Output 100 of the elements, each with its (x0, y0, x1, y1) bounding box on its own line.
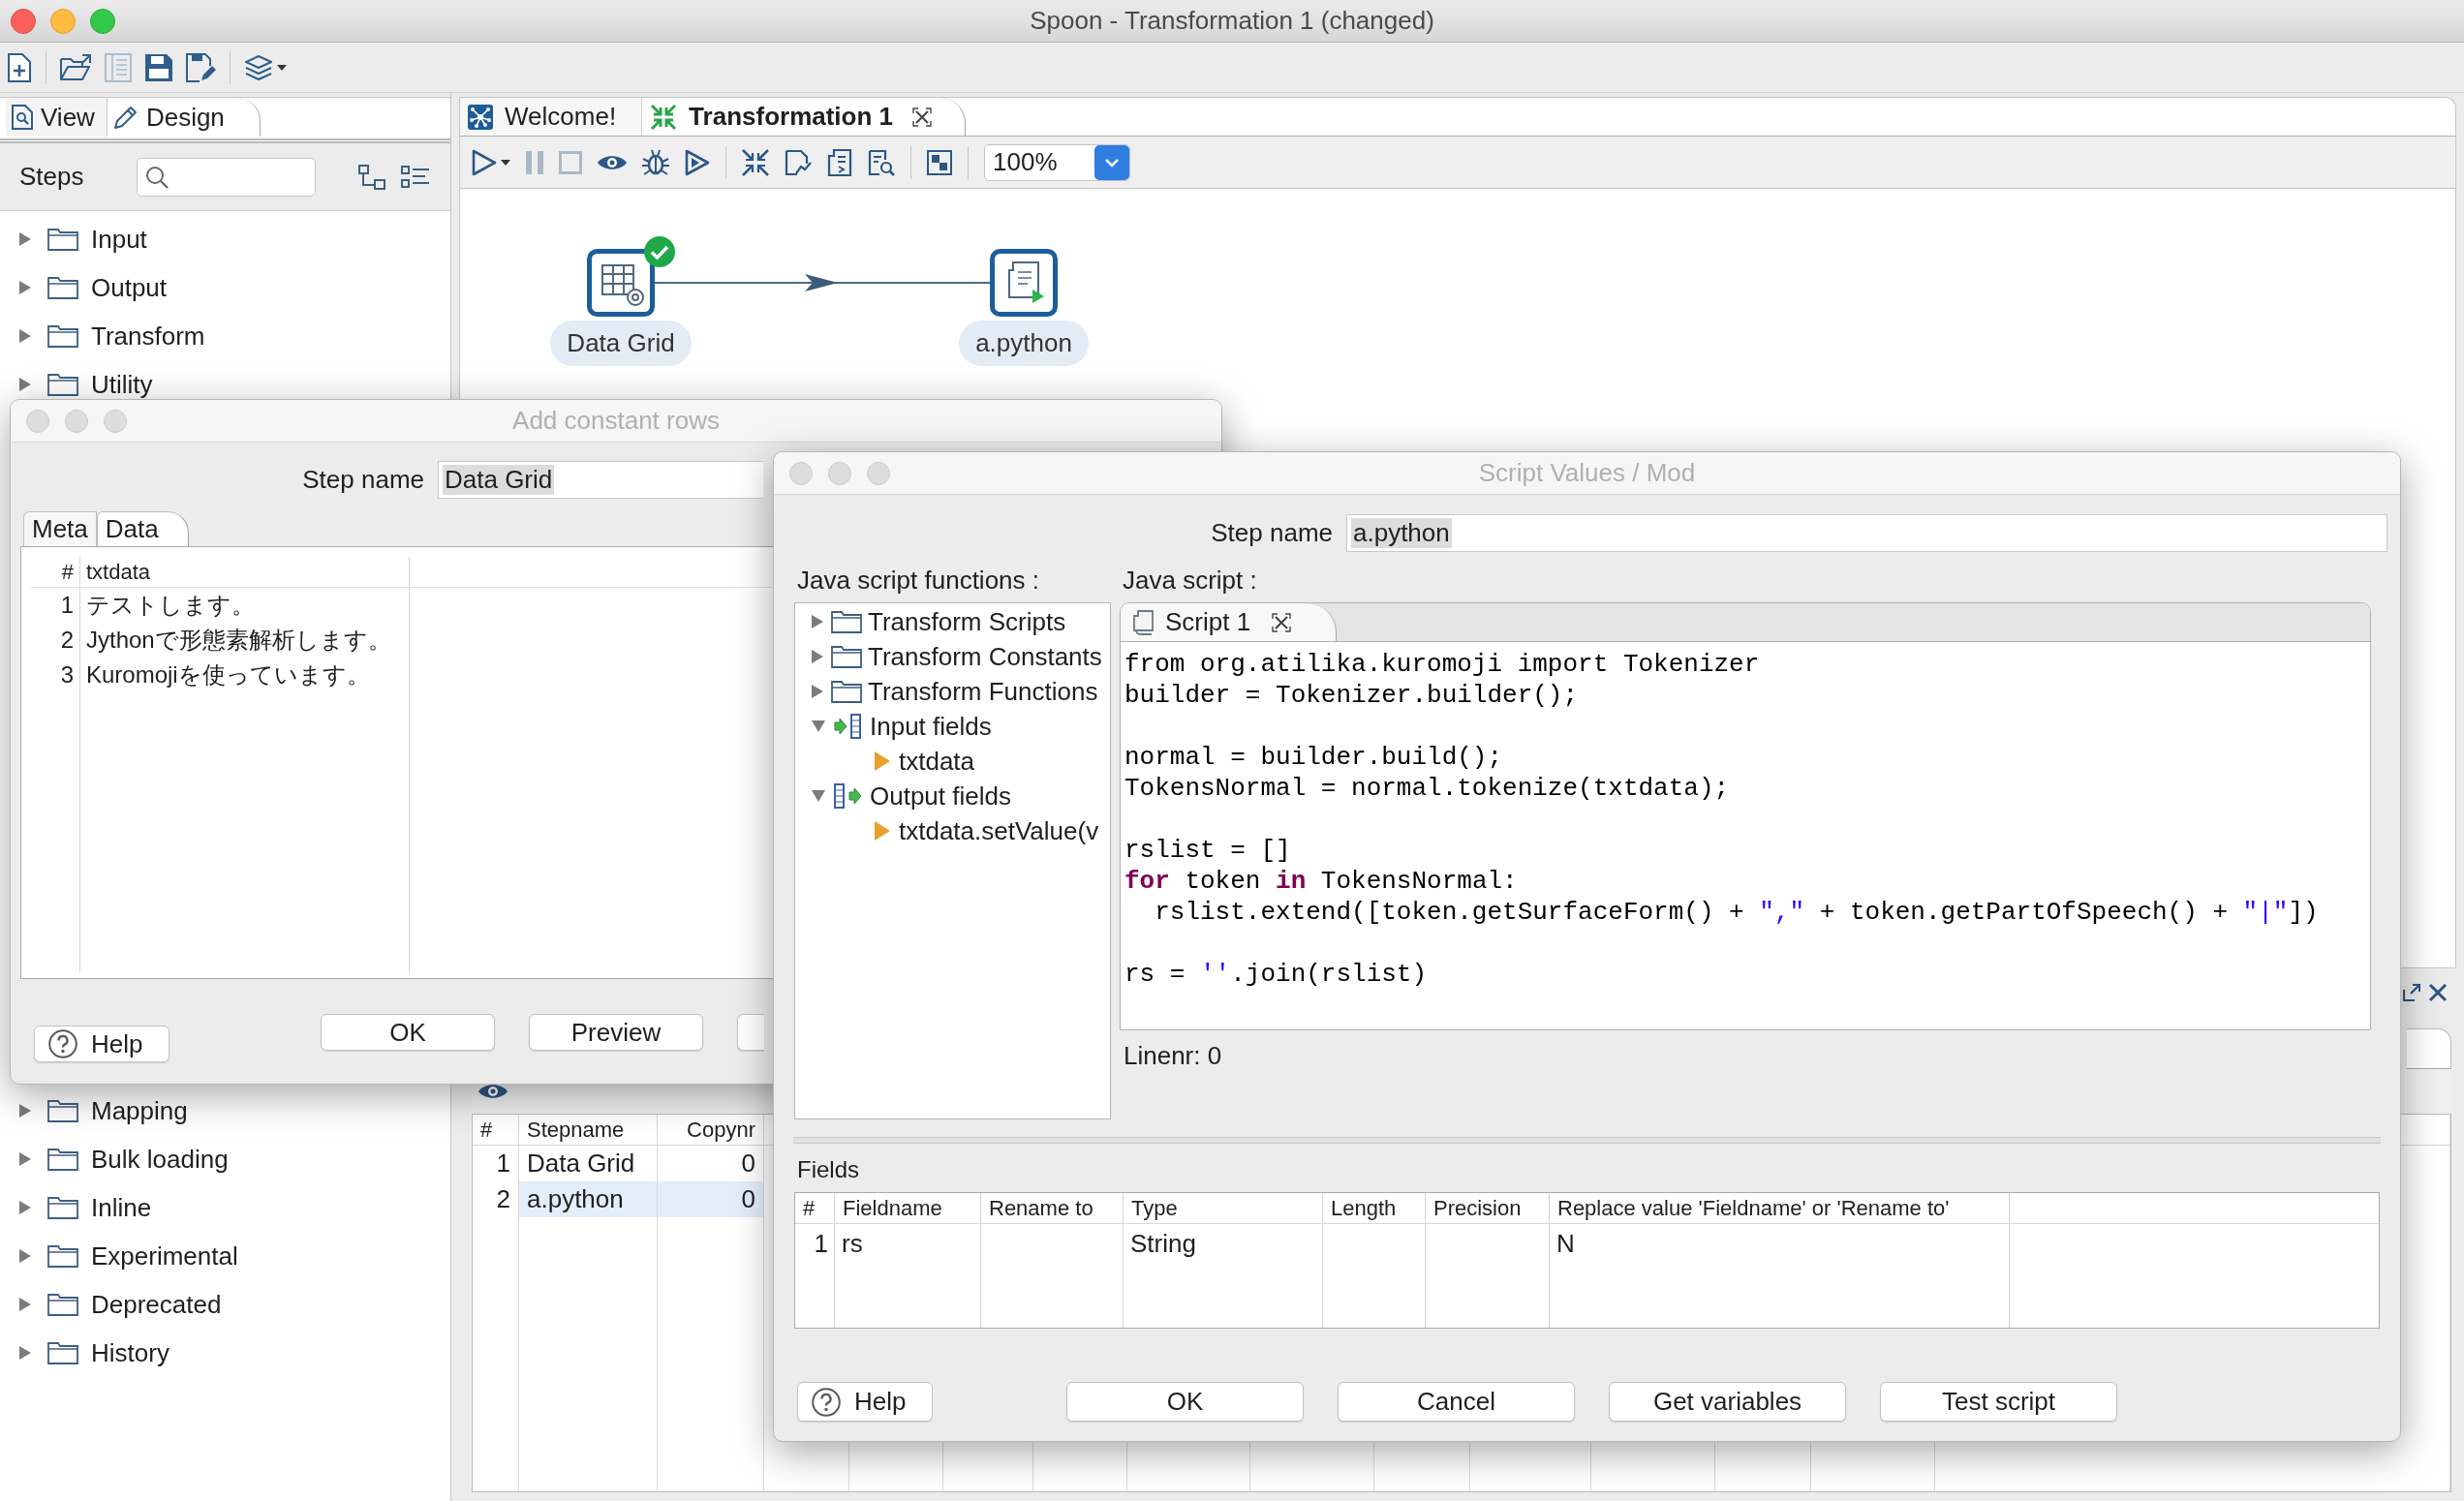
dialog-button[interactable]: Test script (1880, 1382, 2117, 1422)
document-search-icon[interactable] (868, 148, 895, 176)
search-field[interactable] (136, 157, 316, 197)
step-name-field[interactable]: a.python (1346, 514, 2387, 552)
dialog-button[interactable]: Cancel (1338, 1382, 1575, 1422)
folder-icon (47, 1099, 78, 1122)
close-icon[interactable] (1272, 612, 1292, 632)
play-outline-icon[interactable] (685, 148, 710, 176)
step-name-field[interactable]: Data Grid (438, 461, 763, 499)
zoom-dropdown[interactable]: 100% (984, 143, 1130, 181)
column-header[interactable]: Fieldname (835, 1193, 981, 1223)
dialog-button[interactable]: Get variables (1609, 1382, 1846, 1422)
panel-label: Steps (19, 162, 84, 192)
tiles-icon[interactable] (927, 149, 952, 175)
tree-item[interactable]: Input (0, 225, 450, 254)
table-cell[interactable]: a.python (519, 1181, 658, 1217)
tree-item[interactable]: Bulk loading (0, 1145, 450, 1174)
expander-arrow-icon[interactable] (19, 1152, 31, 1166)
tree-item[interactable]: Output (0, 273, 450, 302)
dialog-button[interactable]: OK (1066, 1382, 1304, 1422)
table-cell[interactable]: 0 (658, 1181, 764, 1217)
new-file-icon[interactable] (7, 52, 32, 82)
expander-arrow-icon[interactable] (812, 720, 825, 732)
expander-arrow-icon[interactable] (19, 378, 31, 391)
dialog-tab[interactable]: Meta (23, 511, 97, 546)
tree-item[interactable]: Inline (0, 1193, 450, 1222)
caret-icon[interactable] (277, 64, 287, 71)
tree-item[interactable]: Transform Scripts (795, 604, 1110, 639)
column-header[interactable]: Rename to (981, 1193, 1124, 1223)
table-gear-icon[interactable] (587, 249, 655, 317)
document-chart-icon[interactable] (785, 148, 812, 176)
column-header[interactable]: Copynr (658, 1115, 764, 1145)
hierarchy-icon[interactable] (357, 164, 385, 190)
expander-arrow-icon[interactable] (19, 1201, 31, 1214)
save-icon[interactable] (145, 53, 172, 81)
caret-icon[interactable] (501, 159, 510, 166)
tree-item[interactable]: Output fields (795, 779, 1110, 813)
hop-arrow[interactable] (655, 271, 990, 294)
script-tab[interactable]: Script 1 (1121, 603, 1338, 641)
table-cell[interactable]: 1 (473, 1146, 519, 1181)
layers-icon[interactable] (244, 53, 273, 81)
tree-item[interactable]: Transform Constants (795, 639, 1110, 674)
expander-arrow-icon[interactable] (19, 232, 31, 246)
tree-item[interactable]: Mapping (0, 1096, 450, 1125)
window-zoom-icon[interactable] (90, 8, 115, 34)
column-header[interactable]: # (31, 557, 80, 587)
tree-item[interactable]: Utility (0, 370, 450, 399)
help-button[interactable]: Help (34, 1026, 169, 1062)
expander-arrow-icon[interactable] (812, 615, 823, 628)
tree-item[interactable]: Deprecated (0, 1290, 450, 1319)
expander-arrow-icon[interactable] (19, 329, 31, 343)
network-icon (468, 104, 493, 130)
save-as-icon[interactable] (186, 52, 216, 82)
tree-item[interactable]: txtdata.setValue(v (795, 813, 1110, 848)
maximize-icon[interactable] (2403, 984, 2420, 1001)
dialog-tab[interactable]: Data (96, 511, 189, 546)
table-cell: 3 (31, 658, 80, 692)
list-icon[interactable] (400, 164, 430, 190)
column-header[interactable]: Precision (1426, 1193, 1550, 1223)
tree-item[interactable]: Input fields (795, 709, 1110, 744)
dialog-button[interactable]: OK (321, 1014, 495, 1051)
column-header[interactable]: # (473, 1115, 519, 1145)
tree-item[interactable]: Transform (0, 322, 450, 351)
tree-item[interactable]: Experimental (0, 1241, 450, 1271)
column-header[interactable]: Type (1124, 1193, 1323, 1223)
expander-arrow-icon[interactable] (19, 1249, 31, 1263)
panel-tab[interactable]: View (6, 98, 108, 137)
column-header[interactable]: Replace value 'Fieldname' or 'Rename to' (1550, 1193, 2010, 1223)
close-icon[interactable] (2428, 983, 2448, 1002)
code-editor[interactable]: from org.atilika.kuromoji import Tokenizer builder = Tokenizer.builder(); normal = builder.build(); TokensNormal = normal.tokenize(txtdata); rslist = [] for token in TokensNormal: rslist.extend([token.getSurfaceForm() + "," + token.getPartOfSpeech() + "|"]) rs = ''.join(rslist) (1121, 642, 2370, 1029)
column-header[interactable]: Stepname (519, 1115, 658, 1145)
expander-arrow-icon[interactable] (19, 281, 31, 294)
column-header[interactable]: # (795, 1193, 835, 1223)
expander-arrow-icon[interactable] (812, 650, 823, 663)
expander-arrow-icon[interactable] (812, 790, 825, 802)
table-cell: rs (835, 1224, 981, 1263)
eye-icon[interactable] (478, 1082, 508, 1101)
help-button[interactable]: Help (797, 1382, 933, 1422)
bug-icon[interactable] (642, 148, 669, 176)
column-header[interactable]: Length (1323, 1193, 1426, 1223)
close-icon[interactable] (912, 107, 933, 127)
open-folder-icon[interactable] (60, 53, 91, 81)
step-label[interactable]: a.python (959, 321, 1089, 366)
document-code-icon[interactable] (827, 148, 852, 176)
document-play-icon[interactable] (990, 249, 1058, 317)
run-icon[interactable] (472, 148, 497, 176)
step-label[interactable]: Data Grid (550, 321, 692, 366)
expander-arrow-icon[interactable] (19, 1104, 31, 1118)
window-close-icon[interactable] (11, 8, 36, 34)
expander-arrow-icon[interactable] (812, 685, 823, 698)
folder-icon (831, 645, 862, 668)
column-header[interactable]: txtdata (80, 557, 410, 587)
tree-item[interactable]: History (0, 1338, 450, 1367)
tree-item[interactable]: Transform Functions (795, 674, 1110, 709)
converging-arrows-icon[interactable] (742, 148, 769, 176)
tree-item[interactable]: txtdata (795, 744, 1110, 779)
editor-tab[interactable]: Welcome! (460, 98, 643, 136)
dialog-button[interactable]: Preview (529, 1014, 703, 1051)
expander-arrow-icon[interactable] (19, 1346, 31, 1360)
expander-arrow-icon[interactable] (19, 1298, 31, 1311)
